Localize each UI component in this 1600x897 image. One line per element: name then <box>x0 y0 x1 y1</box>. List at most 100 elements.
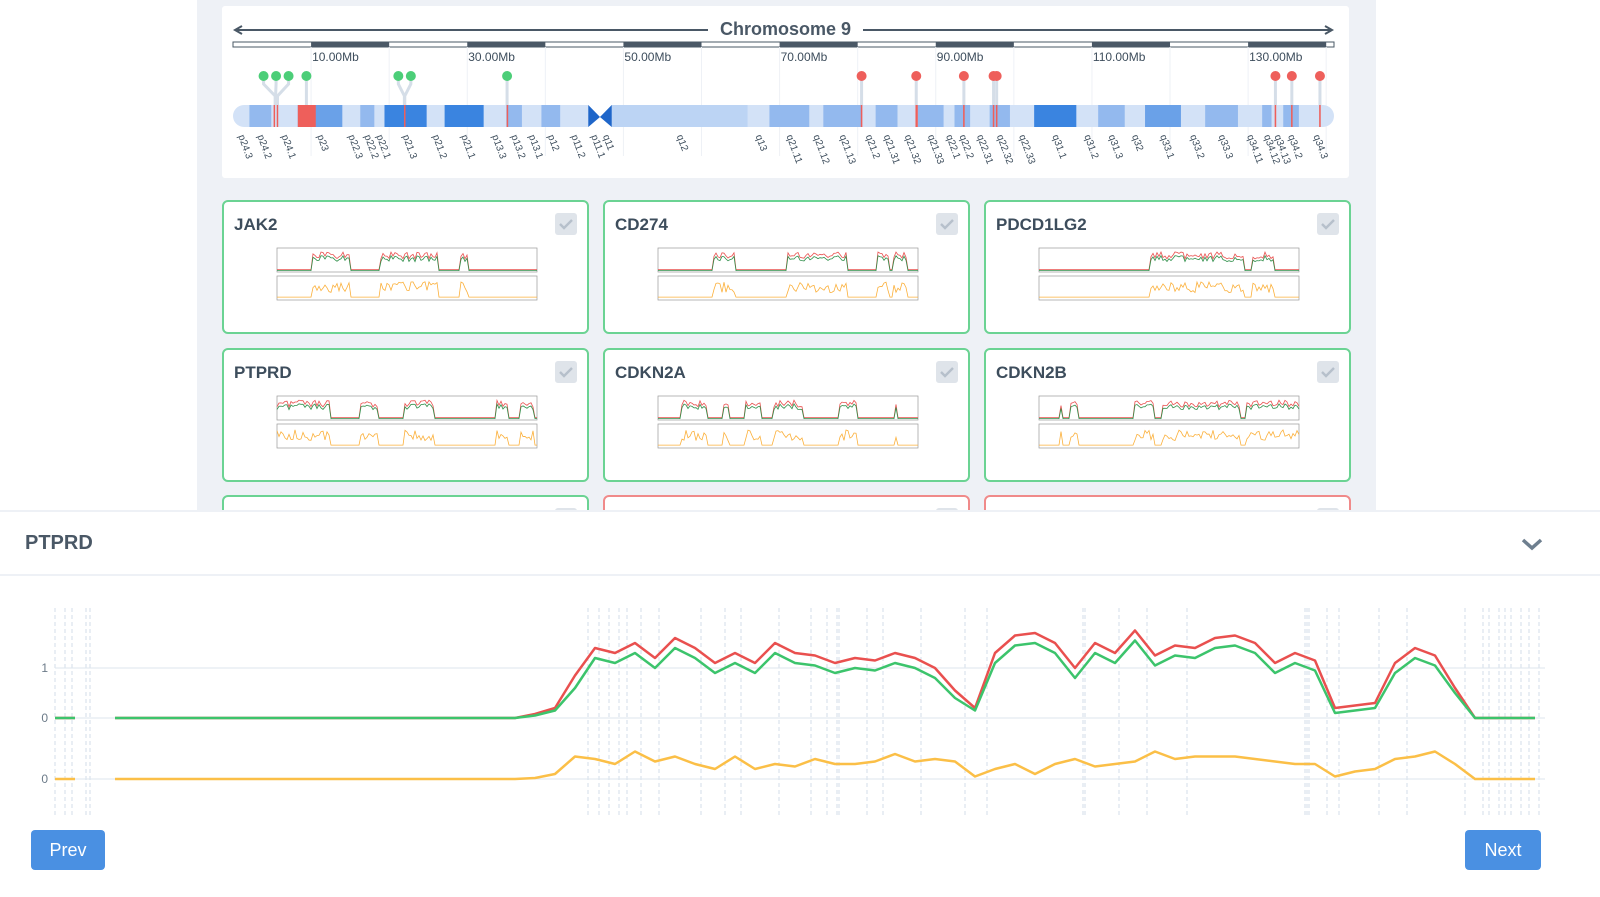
band-label: q12 <box>674 133 690 153</box>
thumb-panel <box>276 395 538 421</box>
gene-marker-pass <box>301 71 312 81</box>
ruler-segment <box>1091 42 1171 47</box>
band-label: q33.3 <box>1216 133 1235 161</box>
band-q13 <box>747 105 770 127</box>
check-icon <box>1321 219 1335 230</box>
ruler-label: 90.00Mb <box>937 50 984 64</box>
gene-marker-pass <box>393 71 404 81</box>
coverage-thumbnail <box>276 247 538 301</box>
band-label: p21.3 <box>400 133 419 161</box>
gene-card-checkbox[interactable] <box>1317 213 1339 235</box>
thumb-panel <box>657 395 919 421</box>
band-p22.3 <box>342 105 361 127</box>
band-p21.2 <box>426 105 446 127</box>
band-label: p12 <box>545 133 561 153</box>
band-label: q31.1 <box>1049 133 1068 161</box>
gene-card-title: PTPRD <box>234 363 292 382</box>
gene-card-partial[interactable] <box>603 495 970 510</box>
ruler-segment <box>779 42 858 47</box>
band-label: p24.2 <box>255 133 274 161</box>
band-p13.2 <box>506 105 523 127</box>
gene-card-checkbox[interactable] <box>555 361 577 383</box>
coverage-chart: 0 1 0 <box>41 608 1545 817</box>
y-tick-label: 0 <box>41 772 48 786</box>
ruler-segment <box>623 42 702 47</box>
ruler-label: 110.00Mb <box>1093 50 1146 64</box>
coverage-thumbnail <box>657 395 919 449</box>
gene-marker-pass <box>258 71 269 81</box>
band-label: q21.2 <box>863 133 882 161</box>
ruler-segment <box>1248 42 1327 47</box>
band-p24.1 <box>271 105 299 127</box>
ruler-label: 130.00Mb <box>1249 50 1303 64</box>
band-p24.3 <box>233 105 250 127</box>
band-label: q21.12 <box>810 133 831 166</box>
gene-card-checkbox[interactable] <box>1317 361 1339 383</box>
gene-card-partial[interactable] <box>984 495 1351 510</box>
chromosome-title: Chromosome 9 <box>708 19 864 40</box>
band-q32 <box>1124 105 1146 127</box>
gene-card-partial[interactable] <box>222 495 589 510</box>
gene-locus-highlight <box>506 105 509 127</box>
band-label: q31.2 <box>1081 133 1100 161</box>
band-label: p13.2 <box>508 133 527 161</box>
gene-marker-fail <box>911 71 922 81</box>
band-q21.2 <box>861 105 877 127</box>
band-label: p23 <box>314 133 330 153</box>
chevron-down-icon[interactable] <box>1518 532 1546 556</box>
band-p12 <box>541 105 561 127</box>
band-label: q22.32 <box>994 133 1015 166</box>
band-q21.31 <box>875 105 899 127</box>
gene-locus-highlight <box>860 105 863 127</box>
band-label: q21.33 <box>925 133 946 166</box>
gene-locus-highlight <box>297 105 316 127</box>
thumb-panel <box>657 247 919 273</box>
gene-marker-pass <box>283 71 294 81</box>
gene-marker-pass <box>271 71 282 81</box>
gene-card-ptprd[interactable]: PTPRD <box>222 348 589 482</box>
band-q34.3 <box>1298 105 1334 127</box>
gene-card-cdkn2a[interactable]: CDKN2A <box>603 348 970 482</box>
gene-locus-highlight <box>995 105 998 127</box>
gene-detail-panel: PTPRD 0 1 0 Prev Next <box>0 510 1600 897</box>
band-label: q21.31 <box>881 133 902 166</box>
band-label: p11.2 <box>568 133 587 160</box>
gene-locus-highlight <box>915 105 918 127</box>
check-icon <box>559 367 573 378</box>
gene-card-checkbox[interactable] <box>555 213 577 235</box>
band-q22.2 <box>954 105 971 127</box>
ruler-label: 10.00Mb <box>312 50 359 64</box>
gene-locus-highlight <box>1319 105 1321 127</box>
band-p13.1 <box>521 105 542 127</box>
ruler-segment <box>311 42 390 47</box>
gene-card-pdcd1lg2[interactable]: PDCD1LG2 <box>984 200 1351 334</box>
chromosome-ideogram-card: 10.00Mb 30.00Mb 50.00Mb 70.00Mb 90.00Mb 110.0… <box>222 6 1349 178</box>
band-p11.1 <box>588 105 601 127</box>
prev-button[interactable]: Prev <box>31 830 105 870</box>
gene-marker-pass <box>502 71 513 81</box>
band-q31.1 <box>1034 105 1077 127</box>
gene-card-cdkn2b[interactable]: CDKN2B <box>984 348 1351 482</box>
band-label: q32 <box>1129 133 1145 153</box>
gene-card-cd274[interactable]: CD274 <box>603 200 970 334</box>
band-q21.32 <box>897 105 919 127</box>
band-q21.13 <box>823 105 863 127</box>
next-button[interactable]: Next <box>1465 830 1541 870</box>
band-q31.3 <box>1098 105 1126 127</box>
band-q33.1 <box>1145 105 1182 127</box>
band-label: q13 <box>753 133 769 153</box>
check-icon <box>559 219 573 230</box>
band-p24.2 <box>249 105 272 127</box>
band-p21.3 <box>384 105 428 127</box>
gene-locus-highlight <box>273 105 276 127</box>
coverage-thumbnail <box>1038 395 1300 449</box>
band-q34.13 <box>1271 105 1284 127</box>
gene-card-jak2[interactable]: JAK2 <box>222 200 589 334</box>
gene-card-checkbox[interactable] <box>936 213 958 235</box>
series-line-red <box>55 629 1535 720</box>
gene-card-checkbox[interactable] <box>936 361 958 383</box>
band-p11.2 <box>560 105 589 127</box>
band-q11 <box>600 105 613 127</box>
thumb-panel <box>657 275 919 301</box>
gene-card-title: CD274 <box>615 215 668 234</box>
